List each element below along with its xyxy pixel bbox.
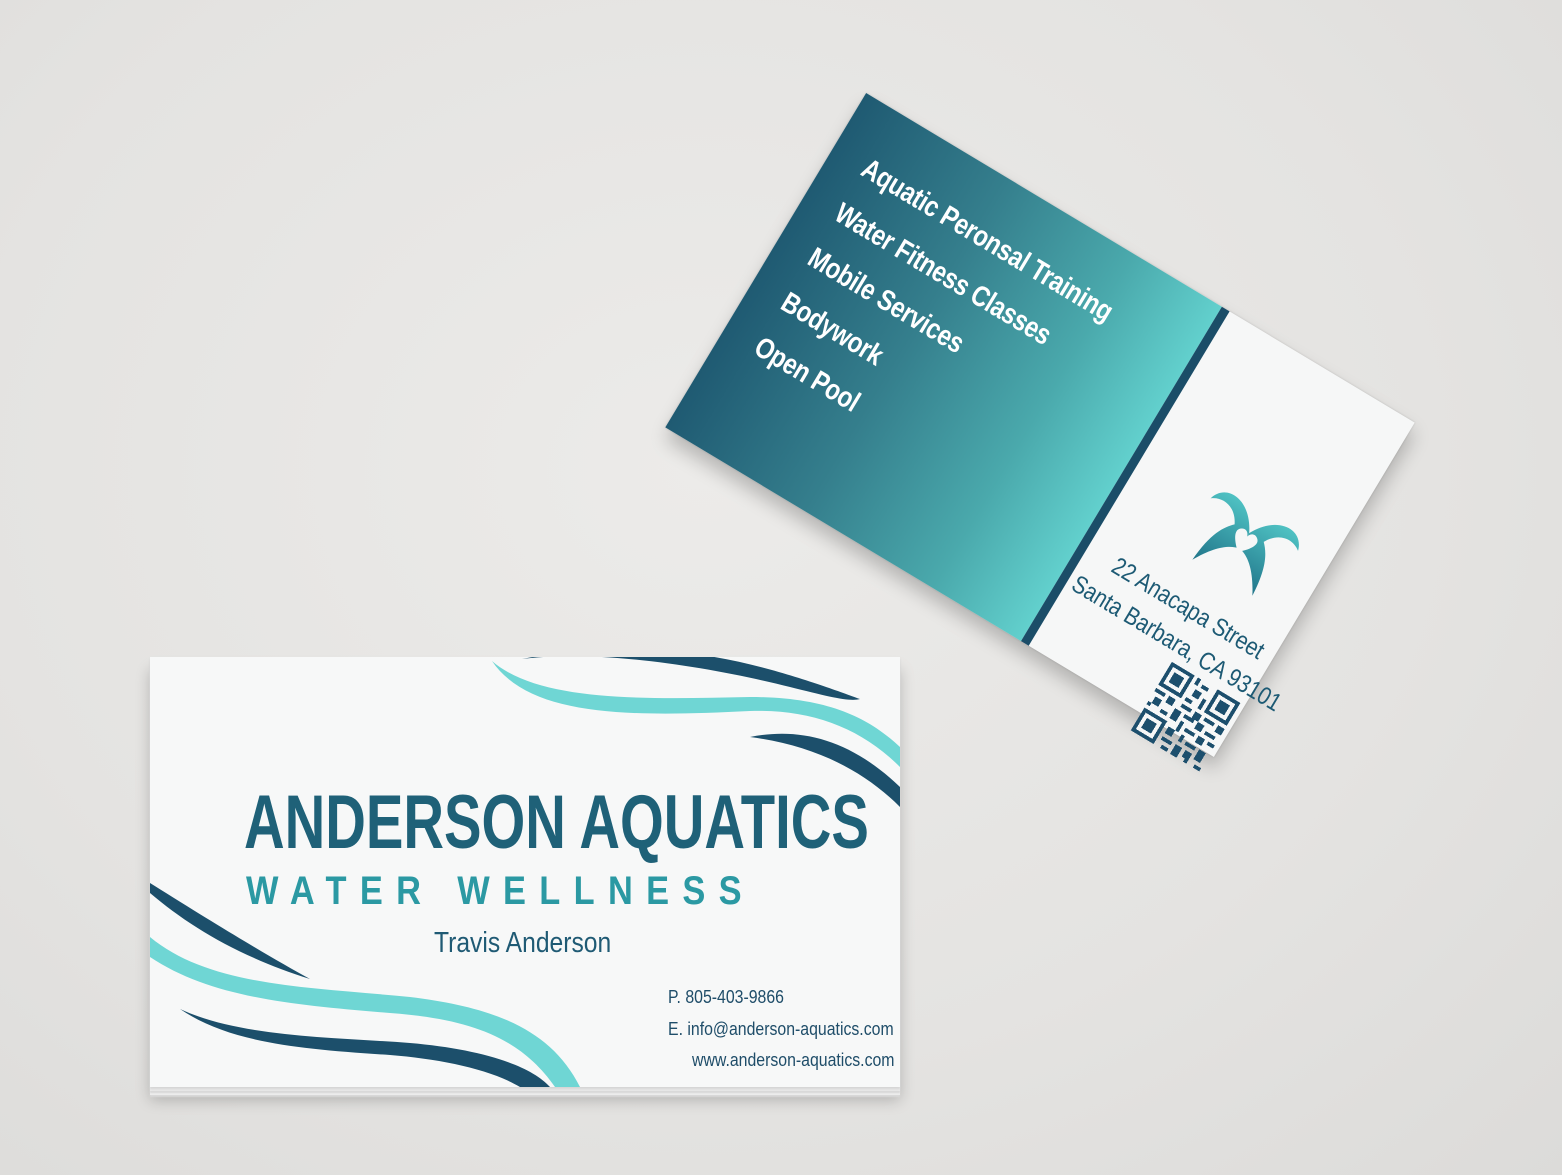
- phone-number: P. 805-403-9866: [668, 987, 784, 1007]
- heart-wings-icon: [1192, 492, 1299, 596]
- website-url: www.anderson-aquatics.com: [692, 1050, 895, 1070]
- company-name: ANDERSON AQUATICS: [244, 780, 869, 865]
- tagline: WATER WELLNESS: [246, 869, 755, 913]
- services-panel: Aquatic Peronsal Training Water Fitness …: [665, 93, 1222, 642]
- front-business-card: ANDERSON AQUATICS WATER WELLNESS Travis …: [150, 657, 900, 1087]
- email-address: E. info@anderson-aquatics.com: [668, 1019, 894, 1039]
- person-name: Travis Anderson: [434, 927, 612, 959]
